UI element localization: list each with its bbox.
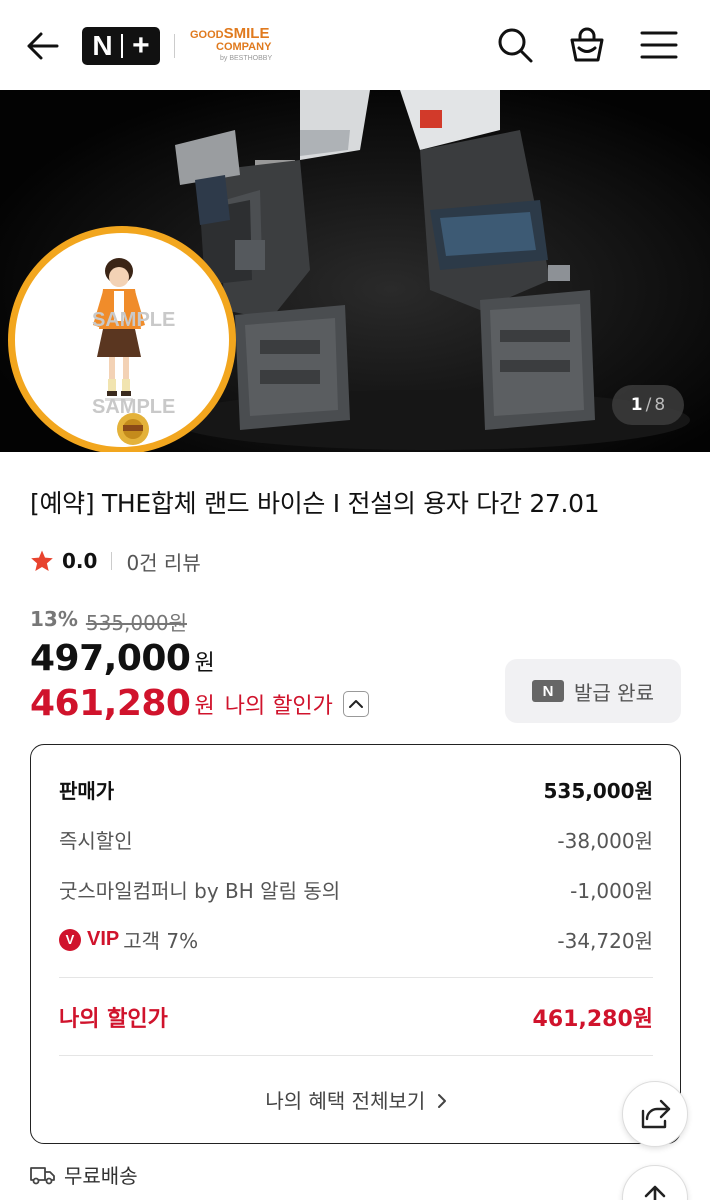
truck-icon — [30, 1166, 55, 1184]
share-button[interactable] — [622, 1081, 688, 1147]
sale-price-row: 497,000 원 — [30, 638, 215, 679]
brand-logo[interactable]: GOODSMILE COMPANY by BESTHOBBY — [190, 26, 290, 68]
back-arrow-icon — [27, 32, 59, 60]
search-button[interactable] — [494, 24, 536, 66]
breakdown-row-notification-discount: 굿스마일컴퍼니 by BH 알림 동의 -1,000원 — [59, 879, 653, 903]
top-header: N + GOODSMILE COMPANY by BESTHOBBY — [0, 0, 710, 90]
breakdown-divider — [59, 977, 653, 978]
coupon-status-label: 발급 완료 — [574, 680, 654, 705]
arrow-up-icon — [644, 1185, 666, 1200]
my-price-unit: 원 — [194, 693, 215, 719]
coupon-issued-button[interactable]: N 발급 완료 — [505, 659, 681, 723]
menu-icon — [640, 31, 678, 59]
logo-n: N — [92, 30, 113, 61]
header-divider — [174, 34, 175, 58]
price-breakdown-toggle[interactable] — [342, 690, 369, 717]
original-price: 535,000원 — [85, 611, 187, 635]
breakdown-divider-2 — [59, 1055, 653, 1056]
rating-score: 0.0 — [62, 549, 98, 573]
review-count: 0건 리뷰 — [126, 550, 201, 575]
breakdown-row-instant-discount: 즉시할인 -38,000원 — [59, 829, 653, 853]
view-all-benefits-link[interactable]: 나의 혜택 전체보기 — [31, 1085, 682, 1114]
original-price-row: 13% 535,000원 — [30, 607, 187, 636]
sale-price-unit: 원 — [194, 651, 215, 676]
share-icon — [641, 1099, 671, 1129]
vip-label: VIP — [87, 928, 120, 950]
image-counter: 1 / 8 — [612, 385, 684, 425]
breakdown-row-list-price: 판매가 535,000원 — [59, 779, 653, 803]
rating-summary[interactable]: 0.0 0건 리뷰 — [30, 547, 201, 575]
breakdown-row-total: 나의 할인가 461,280원 — [59, 1007, 653, 1032]
naver-coupon-icon: N — [532, 680, 565, 702]
sale-price: 497,000 — [30, 638, 191, 679]
chevron-right-icon — [437, 1094, 446, 1108]
sample-watermark-1: SAMPLE — [92, 309, 176, 331]
breakdown-row-vip-discount: V VIP 고객 7% -34,720원 — [59, 925, 653, 954]
shipping-info: 무료배송 — [30, 1160, 138, 1189]
menu-button[interactable] — [638, 24, 680, 66]
logo-plus: + — [132, 29, 150, 62]
nplus-store-logo[interactable]: N + — [82, 27, 160, 65]
product-title: [예약] THE합체 랜드 바이슨 I 전설의 용자 다간 27.01 — [30, 489, 600, 518]
scroll-to-top-button[interactable] — [622, 1165, 688, 1200]
product-image-carousel[interactable]: SAMPLE SAMPLE 1 / 8 — [0, 90, 710, 452]
my-price-row: 461,280 원 나의 할인가 — [30, 683, 369, 724]
search-icon — [498, 28, 533, 63]
vip-badge-icon: V — [59, 928, 81, 951]
shipping-label: 무료배송 — [64, 1164, 138, 1188]
back-button[interactable] — [22, 26, 62, 66]
sample-watermark-2: SAMPLE — [92, 396, 176, 418]
discount-percent: 13% — [30, 607, 78, 631]
chevron-up-icon — [348, 699, 363, 708]
shopping-bag-icon — [570, 27, 604, 62]
acrylic-stand-bonus-image: SAMPLE SAMPLE — [8, 226, 236, 452]
my-price-label: 나의 할인가 — [224, 693, 333, 719]
price-breakdown-card: 판매가 535,000원 즉시할인 -38,000원 굿스마일컴퍼니 by BH… — [30, 744, 681, 1144]
my-price: 461,280 — [30, 683, 191, 724]
cart-button[interactable] — [566, 24, 608, 66]
star-icon — [31, 550, 53, 571]
